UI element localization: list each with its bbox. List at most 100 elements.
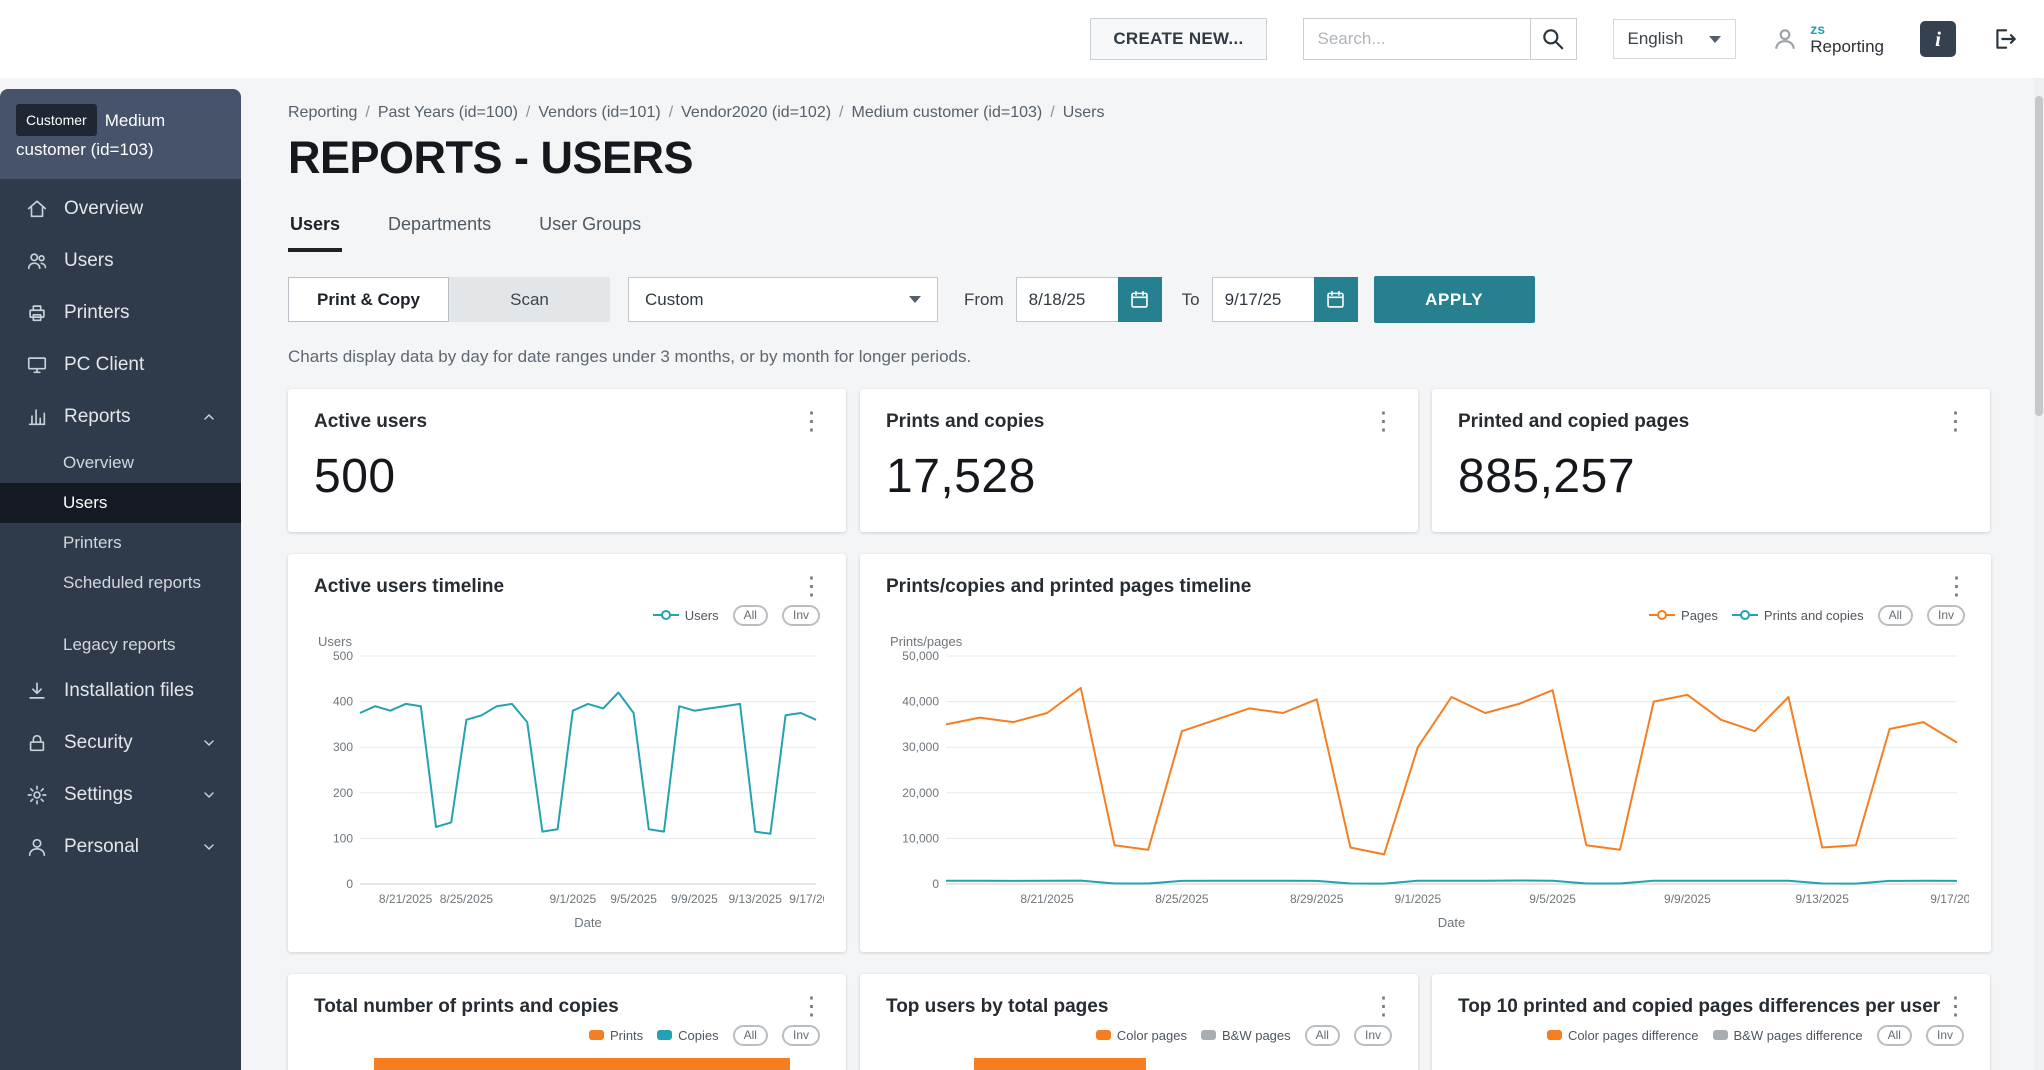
card-title: Active users timeline	[314, 576, 820, 598]
stat-card-active-users: Active users ⋮ 500	[288, 389, 846, 532]
to-date-input[interactable]	[1212, 277, 1314, 322]
users-icon	[26, 250, 48, 272]
svg-text:9/9/2025: 9/9/2025	[671, 892, 718, 906]
mode-print-copy-button[interactable]: Print & Copy	[288, 277, 449, 322]
from-date-input[interactable]	[1016, 277, 1118, 322]
tab-departments[interactable]: Departments	[386, 208, 493, 252]
legend-toggle-inv[interactable]: Inv	[1926, 1025, 1964, 1046]
create-new-button[interactable]: CREATE NEW...	[1090, 18, 1266, 60]
sidebar-item-label: Installation files	[64, 680, 194, 702]
sidebar-subitem-scheduled-reports[interactable]: Scheduled reports	[0, 563, 241, 603]
card-title: Printed and copied pages	[1458, 411, 1964, 433]
kebab-menu-button[interactable]: ⋮	[791, 570, 832, 603]
chart-card-active-users-timeline: Active users timeline ⋮ UsersAllInv 0100…	[288, 554, 846, 952]
sidebar-item-settings[interactable]: Settings	[0, 769, 241, 821]
sidebar-item-personal[interactable]: Personal	[0, 821, 241, 873]
sidebar-subitem-label: Scheduled reports	[63, 573, 201, 593]
legend-label: Color pages difference	[1568, 1028, 1699, 1043]
legend-label: Pages	[1681, 608, 1718, 623]
from-label: From	[964, 290, 1004, 310]
user-label: Reporting	[1810, 37, 1884, 56]
tab-user-groups[interactable]: User Groups	[537, 208, 643, 252]
logout-button[interactable]	[1992, 26, 2018, 52]
kebab-menu-button[interactable]: ⋮	[791, 990, 832, 1023]
legend-item[interactable]: Color pages difference	[1547, 1028, 1699, 1043]
legend-toggle-all[interactable]: All	[733, 605, 768, 626]
breadcrumb-item[interactable]: Medium customer (id=103)	[852, 104, 1063, 121]
kebab-menu-button[interactable]: ⋮	[1936, 570, 1977, 603]
sidebar-item-security[interactable]: Security	[0, 717, 241, 769]
kebab-menu-button[interactable]: ⋮	[1935, 990, 1976, 1023]
svg-text:0: 0	[932, 877, 939, 891]
legend-toggle-all[interactable]: All	[1878, 605, 1913, 626]
info-button[interactable]: i	[1920, 21, 1956, 57]
sidebar-item-label: Security	[64, 732, 133, 754]
stat-cards-row: Active users ⋮ 500 Prints and copies ⋮ 1…	[288, 389, 1992, 532]
apply-button[interactable]: APPLY	[1374, 276, 1535, 323]
search-input[interactable]	[1303, 18, 1531, 60]
legend-item[interactable]: B&W pages difference	[1713, 1028, 1863, 1043]
sidebar-item-overview[interactable]: Overview	[0, 183, 241, 235]
svg-text:Date: Date	[574, 915, 601, 930]
legend-toggle-all[interactable]: All	[1305, 1025, 1340, 1046]
sidebar-subitem-reports-users[interactable]: Users	[0, 483, 241, 523]
legend-toggle-all[interactable]: All	[1877, 1025, 1912, 1046]
mode-scan-button[interactable]: Scan	[449, 277, 610, 322]
calendar-icon	[1325, 289, 1346, 310]
legend-toggle-all[interactable]: All	[733, 1025, 768, 1046]
window-scrollbar[interactable]	[2034, 78, 2044, 1070]
legend-swatch-icon	[1201, 1030, 1216, 1040]
legend-item[interactable]: Color pages	[1096, 1028, 1187, 1043]
monitor-icon	[26, 354, 48, 376]
legend-item[interactable]: Users	[653, 608, 719, 623]
kebab-menu-button[interactable]: ⋮	[1935, 405, 1976, 438]
user-menu[interactable]: zs Reporting	[1772, 22, 1884, 56]
search-button[interactable]	[1531, 18, 1577, 60]
sidebar-subitem-label: Printers	[63, 533, 122, 553]
breadcrumb-item[interactable]: Past Years (id=100)	[378, 104, 539, 121]
legend-item[interactable]: Prints and copies	[1732, 608, 1864, 623]
breadcrumb-item[interactable]: Reporting	[288, 104, 378, 121]
kebab-menu-button[interactable]: ⋮	[1363, 405, 1404, 438]
svg-text:8/29/2025: 8/29/2025	[1290, 892, 1344, 906]
scrollbar-thumb[interactable]	[2035, 96, 2043, 416]
breadcrumb-item[interactable]: Vendor2020 (id=102)	[681, 104, 851, 121]
date-range-select[interactable]: Custom	[628, 277, 938, 322]
legend-item[interactable]: B&W pages	[1201, 1028, 1291, 1043]
sidebar-subitem-legacy-reports[interactable]: Legacy reports	[0, 625, 241, 665]
sidebar-item-installation-files[interactable]: Installation files	[0, 665, 241, 717]
printer-icon	[26, 302, 48, 324]
kebab-menu-button[interactable]: ⋮	[1363, 990, 1404, 1023]
language-select[interactable]: English	[1613, 19, 1737, 59]
legend-toggle-inv[interactable]: Inv	[1354, 1025, 1392, 1046]
breadcrumb-item[interactable]: Vendors (id=101)	[538, 104, 681, 121]
chevron-down-icon	[201, 839, 217, 855]
legend-toggle-inv[interactable]: Inv	[782, 605, 820, 626]
legend-item[interactable]: Pages	[1649, 608, 1718, 623]
sidebar-item-reports[interactable]: Reports	[0, 391, 241, 443]
to-calendar-button[interactable]	[1314, 277, 1358, 322]
legend-toggle-inv[interactable]: Inv	[782, 1025, 820, 1046]
legend-label: Prints and copies	[1764, 608, 1864, 623]
sidebar-subitem-reports-overview[interactable]: Overview	[0, 443, 241, 483]
sidebar-item-users[interactable]: Users	[0, 235, 241, 287]
kebab-menu-button[interactable]: ⋮	[791, 405, 832, 438]
from-calendar-button[interactable]	[1118, 277, 1162, 322]
sidebar-item-pc-client[interactable]: PC Client	[0, 339, 241, 391]
chevron-down-icon	[201, 787, 217, 803]
sidebar-subitem-reports-printers[interactable]: Printers	[0, 523, 241, 563]
legend-item[interactable]: Prints	[589, 1028, 643, 1043]
main-content: ReportingPast Years (id=100)Vendors (id=…	[241, 78, 2044, 1070]
legend-toggle-inv[interactable]: Inv	[1927, 605, 1965, 626]
chevron-up-icon	[201, 409, 217, 425]
tab-users[interactable]: Users	[288, 208, 342, 252]
legend-item[interactable]: Copies	[657, 1028, 718, 1043]
svg-text:Prints/pages: Prints/pages	[890, 634, 963, 649]
reports-icon	[26, 406, 48, 428]
sidebar-item-printers[interactable]: Printers	[0, 287, 241, 339]
svg-text:Date: Date	[1438, 915, 1465, 930]
sidebar-item-label: PC Client	[64, 354, 144, 376]
timeline-charts-row: Active users timeline ⋮ UsersAllInv 0100…	[288, 554, 1992, 952]
bar-chart-area	[1458, 1050, 1964, 1070]
chevron-down-icon	[201, 735, 217, 751]
